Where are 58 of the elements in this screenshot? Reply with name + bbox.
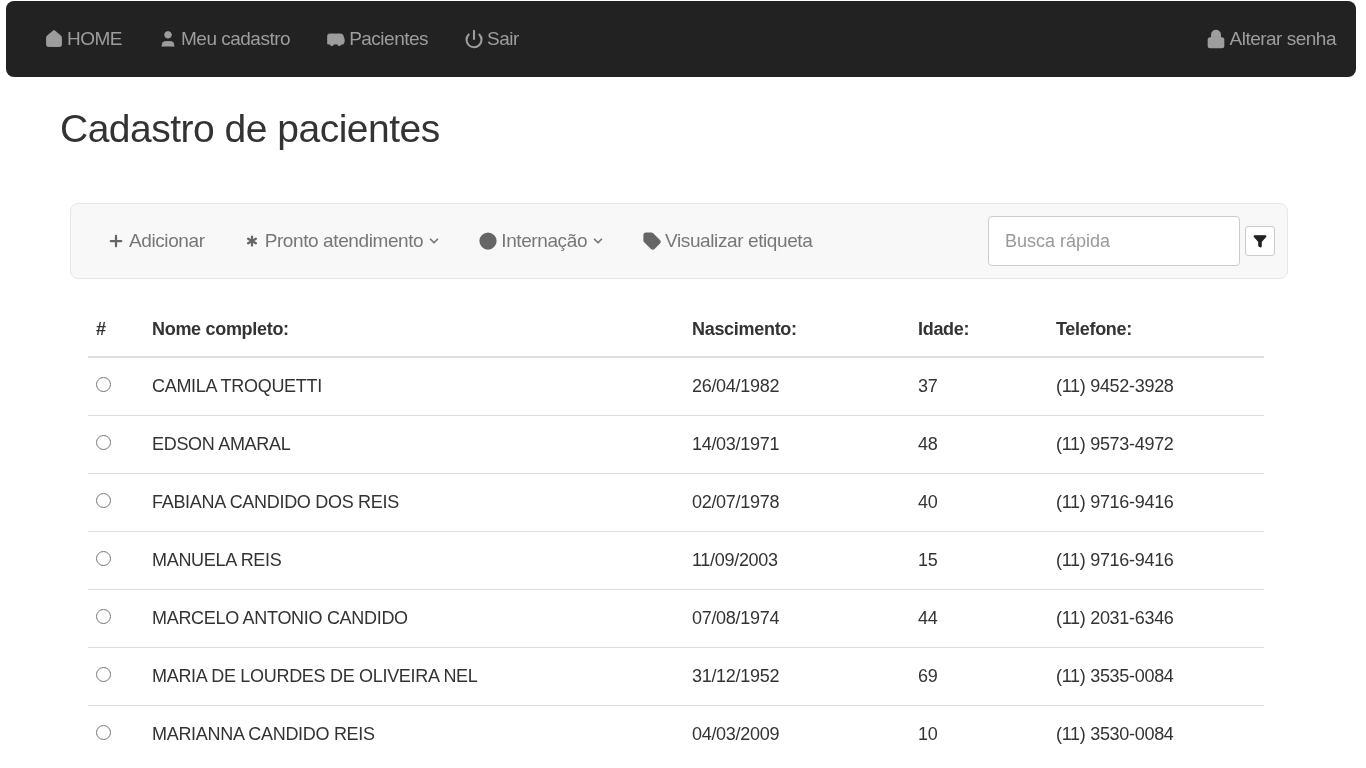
birthdate-cell: 11/09/2003 xyxy=(684,531,910,590)
birthdate-cell: 26/04/1982 xyxy=(684,357,910,416)
row-radio[interactable] xyxy=(96,493,111,508)
age-cell: 37 xyxy=(910,357,1048,416)
name-cell: EDSON AMARAL xyxy=(144,415,684,474)
column-header: # xyxy=(88,319,144,357)
name-cell: MARIANNA CANDIDO REIS xyxy=(144,705,684,763)
nav-link[interactable]: Meu cadastro xyxy=(158,28,291,50)
nav-link[interactable]: Sair xyxy=(464,28,519,50)
toolbar-action[interactable]: Adicionar xyxy=(107,230,205,252)
row-radio[interactable] xyxy=(96,609,111,624)
phone-cell: (11) 3530-0084 xyxy=(1048,705,1264,763)
column-header: Idade: xyxy=(910,319,1048,357)
age-cell: 40 xyxy=(910,473,1048,532)
home-icon xyxy=(44,29,64,49)
column-header: Nascimento: xyxy=(684,319,910,357)
row-radio[interactable] xyxy=(96,377,111,392)
nav-link[interactable]: HOME xyxy=(44,28,122,50)
phone-cell: (11) 2031-6346 xyxy=(1048,589,1264,648)
page-title: Cadastro de pacientes xyxy=(60,107,441,151)
name-cell: MANUELA REIS xyxy=(144,531,684,590)
name-cell: MARIA DE LOURDES DE OLIVEIRA NEL xyxy=(144,647,684,706)
search-field[interactable]: Busca rápida xyxy=(988,216,1240,266)
age-cell: 15 xyxy=(910,531,1048,590)
filter-button[interactable] xyxy=(1245,226,1275,256)
age-cell: 48 xyxy=(910,415,1048,474)
tag-icon xyxy=(643,232,662,250)
birthdate-cell: 14/03/1971 xyxy=(684,415,910,474)
lock-icon xyxy=(1206,29,1227,49)
age-cell: 69 xyxy=(910,647,1048,706)
row-radio[interactable] xyxy=(96,725,111,740)
row-radio[interactable] xyxy=(96,551,111,566)
birthdate-cell: 04/03/2009 xyxy=(684,705,910,763)
phone-cell: (11) 9716-9416 xyxy=(1048,531,1264,590)
column-header: Telefone: xyxy=(1048,319,1264,357)
age-cell: 10 xyxy=(910,705,1048,763)
birthdate-cell: 31/12/1952 xyxy=(684,647,910,706)
phone-cell: (11) 9716-9416 xyxy=(1048,473,1264,532)
filter-icon xyxy=(1253,234,1267,248)
name-cell: MARCELO ANTONIO CANDIDO xyxy=(144,589,684,648)
toolbar-action[interactable]: Internação xyxy=(479,230,606,252)
name-cell: CAMILA TROQUETTI xyxy=(144,357,684,416)
plus-icon xyxy=(107,232,125,250)
birthdate-cell: 02/07/1978 xyxy=(684,473,910,532)
phone-cell: (11) 9573-4972 xyxy=(1048,415,1264,474)
row-radio[interactable] xyxy=(96,435,111,450)
column-header: Nome completo: xyxy=(144,319,684,357)
row-radio[interactable] xyxy=(96,667,111,682)
phone-cell: (11) 3535-0084 xyxy=(1048,647,1264,706)
birthdate-cell: 07/08/1974 xyxy=(684,589,910,648)
toolbar-action[interactable]: Visualizar etiqueta xyxy=(643,230,813,252)
name-cell: FABIANA CANDIDO DOS REIS xyxy=(144,473,684,532)
power-icon xyxy=(464,29,485,49)
nav-link[interactable]: Alterar senha xyxy=(1206,28,1336,50)
toolbar-action[interactable]: Pronto atendimento xyxy=(242,230,442,252)
age-cell: 44 xyxy=(910,589,1048,648)
phone-cell: (11) 9452-3928 xyxy=(1048,357,1264,416)
nav-link[interactable]: Pacientes xyxy=(326,28,429,50)
